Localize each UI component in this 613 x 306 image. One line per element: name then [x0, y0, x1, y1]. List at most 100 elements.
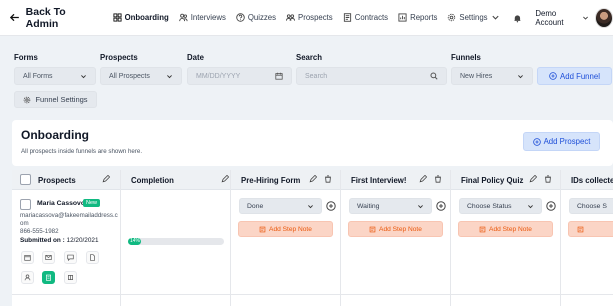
- prehiring-status-value: Done: [247, 202, 264, 210]
- completion-progress-bar: 14%: [128, 238, 224, 245]
- prospects-select[interactable]: All Prospects: [100, 67, 182, 85]
- forms-select[interactable]: All Forms: [14, 67, 96, 85]
- nav-quizzes-label: Quizzes: [247, 13, 277, 22]
- gear-icon: [24, 96, 31, 103]
- assign-button[interactable]: [64, 271, 77, 284]
- prospects-value: All Prospects: [109, 72, 150, 80]
- note-icon: [479, 226, 486, 232]
- interview-status-select[interactable]: Waiting: [349, 198, 432, 214]
- account-label: Demo Account: [535, 8, 564, 27]
- funnels-label: Funnels: [451, 53, 481, 62]
- add-step-note-label: Add Step Note: [489, 225, 532, 233]
- pencil-icon[interactable]: [309, 175, 317, 183]
- calendar-icon: [24, 255, 31, 261]
- column-first-interview: First Interview! Waiting Add Step Note: [341, 170, 451, 306]
- pencil-icon[interactable]: [529, 175, 537, 183]
- contract-icon: [343, 13, 351, 22]
- note-icon: [577, 226, 584, 232]
- funnels-select[interactable]: New Hires: [451, 67, 533, 85]
- add-step-note-button[interactable]: Add Step Note: [238, 221, 333, 237]
- account-menu[interactable]: Demo Account: [535, 9, 589, 27]
- avatar[interactable]: [595, 7, 613, 28]
- add-step-note-label: Add Step Note: [379, 225, 422, 233]
- chevron-down-icon: [81, 74, 86, 78]
- message-button[interactable]: [64, 251, 77, 264]
- ids-status-value: Choose S: [577, 202, 607, 210]
- quiz-status-value: Choose Status: [467, 202, 512, 210]
- plus-circle-icon[interactable]: [326, 201, 336, 211]
- pencil-icon[interactable]: [419, 175, 427, 183]
- nav-contracts[interactable]: Contracts: [338, 0, 393, 36]
- row-checkbox[interactable]: [20, 199, 31, 210]
- funnel-settings-button[interactable]: Funnel Settings: [14, 91, 97, 108]
- profile-button[interactable]: [21, 271, 34, 284]
- trash-icon[interactable]: [544, 175, 552, 183]
- note-icon: [369, 226, 376, 232]
- chat-icon: [67, 254, 74, 261]
- top-navbar: Back To Admin Onboarding Interviews Quiz…: [0, 0, 613, 36]
- trash-icon[interactable]: [324, 175, 332, 183]
- add-step-note-button[interactable]: Add Step Note: [348, 221, 443, 237]
- nav-reports[interactable]: Reports: [393, 0, 442, 36]
- onboarding-header-card: Onboarding All prospects inside funnels …: [12, 120, 613, 166]
- add-funnel-label: Add Funnel: [560, 71, 600, 81]
- prospect-name[interactable]: Maria Cassovo: [37, 200, 85, 207]
- report-icon: [398, 13, 407, 22]
- nav-quizzes[interactable]: Quizzes: [231, 0, 281, 36]
- pencil-icon[interactable]: [102, 175, 110, 183]
- nav-interviews[interactable]: Interviews: [174, 0, 231, 36]
- date-label: Date: [187, 53, 204, 62]
- completion-progress-fill: 14%: [128, 238, 142, 245]
- calendar-button[interactable]: [21, 251, 34, 264]
- user-icon: [24, 274, 31, 281]
- add-prospect-button[interactable]: Add Prospect: [523, 132, 600, 151]
- column-header-completion: Completion: [131, 175, 174, 185]
- column-prehiring-form: Pre-Hiring Form Done Add Step Note: [231, 170, 341, 306]
- trash-icon[interactable]: [434, 175, 442, 183]
- question-icon: [236, 13, 245, 22]
- calendar-icon[interactable]: [275, 72, 283, 80]
- add-prospect-label: Add Prospect: [543, 137, 591, 146]
- interview-status-value: Waiting: [357, 202, 380, 210]
- date-input[interactable]: MM/DD/YYYY: [187, 67, 292, 85]
- chevron-down-icon: [491, 15, 499, 20]
- document-button[interactable]: [86, 251, 99, 264]
- column-header-prehiring: Pre-Hiring Form: [241, 175, 301, 185]
- forms-value: All Forms: [23, 72, 53, 80]
- search-icon[interactable]: [430, 72, 438, 80]
- chevron-down-icon: [583, 16, 588, 20]
- nav-settings-label: Settings: [459, 13, 488, 22]
- column-final-policy-quiz: Final Policy Quiz Choose Status Add Step…: [451, 170, 561, 306]
- prehiring-status-select[interactable]: Done: [239, 198, 322, 214]
- ids-status-select[interactable]: Choose S: [569, 198, 613, 214]
- prospects-icon: [286, 14, 296, 21]
- add-step-note-button[interactable]: [568, 221, 613, 237]
- bell-icon[interactable]: [513, 13, 522, 23]
- plus-circle-icon[interactable]: [436, 201, 446, 211]
- chevron-down-icon: [167, 74, 172, 78]
- pencil-icon[interactable]: [221, 175, 229, 183]
- add-step-note-button[interactable]: Add Step Note: [458, 221, 553, 237]
- chevron-down-icon: [518, 74, 523, 78]
- add-funnel-button[interactable]: Add Funnel: [537, 67, 612, 85]
- column-header-quiz: Final Policy Quiz: [461, 175, 524, 185]
- nav-onboarding[interactable]: Onboarding: [108, 0, 174, 36]
- email-button[interactable]: [42, 251, 55, 264]
- form-button[interactable]: [42, 271, 55, 284]
- clipboard-icon: [46, 274, 51, 281]
- column-header-ids: IDs collecte: [571, 175, 613, 185]
- nav-prospects[interactable]: Prospects: [281, 0, 338, 36]
- nav-onboarding-label: Onboarding: [124, 13, 169, 22]
- nav-settings[interactable]: Settings: [442, 0, 504, 36]
- document-icon: [90, 254, 95, 261]
- column-header-interview: First Interview!: [351, 175, 407, 185]
- search-input[interactable]: Search: [296, 67, 447, 85]
- plus-circle-icon[interactable]: [546, 201, 556, 211]
- column-prospects: Prospects Maria Cassovo New mariacassova…: [12, 170, 121, 306]
- nav-reports-label: Reports: [410, 13, 438, 22]
- select-all-checkbox[interactable]: [20, 174, 31, 185]
- back-to-admin-link[interactable]: Back To Admin: [10, 6, 92, 30]
- quiz-status-select[interactable]: Choose Status: [459, 198, 542, 214]
- main-nav: Onboarding Interviews Quizzes Prospects …: [108, 0, 505, 36]
- onboarding-board: Prospects Maria Cassovo New mariacassova…: [12, 170, 613, 306]
